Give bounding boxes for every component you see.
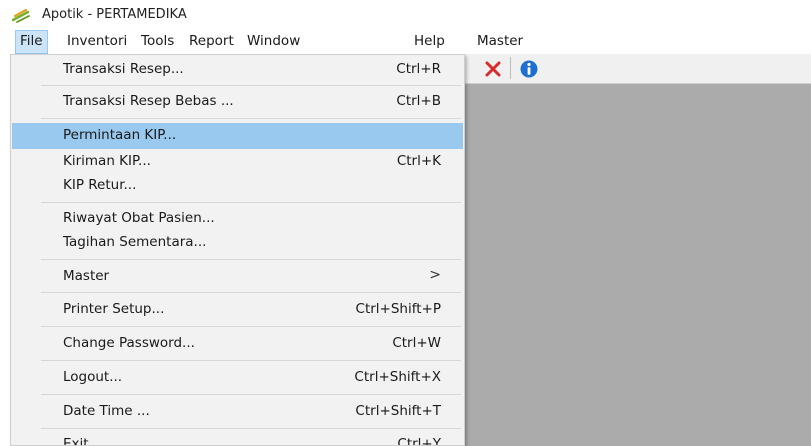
menu-bar: File Inventori Tools Report Window Help … bbox=[0, 30, 811, 54]
menu-window[interactable]: Window bbox=[247, 30, 300, 54]
menu-item-shortcut: Ctrl+Y bbox=[397, 436, 441, 446]
menu-help[interactable]: Help bbox=[414, 30, 445, 54]
menu-item-shortcut: Ctrl+K bbox=[396, 153, 441, 169]
menu-item-label: Permintaan KIP... bbox=[63, 127, 177, 143]
menu-file[interactable]: File bbox=[15, 30, 48, 54]
menu-item-label: Transaksi Resep... bbox=[63, 61, 184, 77]
menu-item-transaksi-resep[interactable]: Transaksi Resep... Ctrl+R bbox=[12, 57, 463, 83]
menu-separator bbox=[41, 118, 461, 119]
file-menu-dropdown: Transaksi Resep... Ctrl+R Transaksi Rese… bbox=[10, 54, 465, 446]
menu-item-shortcut: Ctrl+R bbox=[396, 61, 441, 77]
menu-item-label: Master bbox=[63, 268, 110, 284]
menu-item-label: Change Password... bbox=[63, 335, 195, 351]
menu-master[interactable]: Master bbox=[477, 30, 523, 54]
menu-item-shortcut: Ctrl+B bbox=[396, 93, 441, 109]
menu-item-label: Exit bbox=[63, 436, 89, 446]
title-bar: Apotik - PERTAMEDIKA bbox=[0, 0, 811, 30]
left-strip bbox=[0, 54, 10, 446]
menu-separator bbox=[41, 259, 461, 260]
menu-separator bbox=[41, 292, 461, 293]
menu-item-shortcut: Ctrl+Shift+X bbox=[354, 369, 441, 385]
menu-item-kiriman-kip[interactable]: Kiriman KIP... Ctrl+K bbox=[12, 149, 463, 175]
menu-item-label: Kiriman KIP... bbox=[63, 153, 151, 169]
menu-tools[interactable]: Tools bbox=[141, 30, 174, 54]
toolbar-separator bbox=[510, 57, 511, 79]
menu-item-change-password[interactable]: Change Password... Ctrl+W bbox=[12, 331, 463, 357]
menu-item-label: Riwayat Obat Pasien... bbox=[63, 210, 215, 226]
info-icon[interactable] bbox=[518, 58, 540, 80]
menu-item-kip-retur[interactable]: KIP Retur... bbox=[12, 173, 463, 199]
menu-separator bbox=[41, 394, 461, 395]
menu-item-transaksi-resep-bebas[interactable]: Transaksi Resep Bebas ... Ctrl+B bbox=[12, 89, 463, 115]
menu-item-shortcut: Ctrl+Shift+T bbox=[355, 403, 441, 419]
window-title: Apotik - PERTAMEDIKA bbox=[42, 7, 187, 22]
menu-item-label: Printer Setup... bbox=[63, 301, 165, 317]
menu-item-label: Date Time ... bbox=[63, 403, 150, 419]
menu-report[interactable]: Report bbox=[189, 30, 234, 54]
menu-item-label: Logout... bbox=[63, 369, 123, 385]
menu-item-label: Transaksi Resep Bebas ... bbox=[63, 93, 234, 109]
close-x-icon[interactable] bbox=[482, 58, 504, 80]
menu-item-logout[interactable]: Logout... Ctrl+Shift+X bbox=[12, 365, 463, 391]
menu-item-master[interactable]: Master > bbox=[12, 264, 463, 290]
menu-inventori[interactable]: Inventori bbox=[67, 30, 127, 54]
menu-item-riwayat-obat-pasien[interactable]: Riwayat Obat Pasien... bbox=[12, 206, 463, 232]
menu-separator bbox=[41, 428, 461, 429]
menu-item-label: Tagihan Sementara... bbox=[63, 234, 207, 250]
menu-item-shortcut: Ctrl+W bbox=[392, 335, 441, 351]
submenu-arrow-icon: > bbox=[429, 267, 441, 283]
menu-separator bbox=[41, 85, 461, 86]
app-logo-icon bbox=[12, 8, 30, 23]
menu-item-label: KIP Retur... bbox=[63, 177, 137, 193]
menu-separator bbox=[41, 326, 461, 327]
menu-separator bbox=[41, 202, 461, 203]
menu-item-printer-setup[interactable]: Printer Setup... Ctrl+Shift+P bbox=[12, 297, 463, 323]
menu-item-exit[interactable]: Exit Ctrl+Y bbox=[12, 432, 463, 446]
menu-item-tagihan-sementara[interactable]: Tagihan Sementara... bbox=[12, 230, 463, 256]
menu-item-date-time[interactable]: Date Time ... Ctrl+Shift+T bbox=[12, 399, 463, 425]
menu-separator bbox=[41, 360, 461, 361]
menu-item-shortcut: Ctrl+Shift+P bbox=[355, 301, 441, 317]
menu-item-permintaan-kip[interactable]: Permintaan KIP... bbox=[12, 123, 463, 149]
